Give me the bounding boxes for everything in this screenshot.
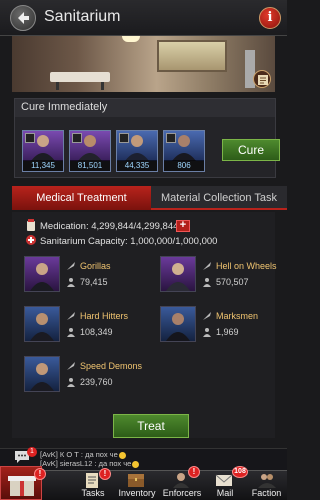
- gift-box-icon: [8, 476, 36, 496]
- troops-count-icon: [203, 328, 211, 337]
- cure-panel-header: Cure Immediately: [15, 99, 275, 117]
- smile-emoji-icon: [132, 460, 140, 468]
- injured-unit-3[interactable]: 44,335: [116, 130, 158, 172]
- unit-type-badge: [119, 133, 129, 143]
- base-alert-badge: !: [34, 468, 46, 480]
- faction-icon: [258, 474, 276, 488]
- capacity-cross-icon: [26, 235, 36, 245]
- troop-type-icon: [203, 262, 211, 270]
- troops-count-icon: [67, 328, 75, 337]
- sanitarium-banner-image: [12, 36, 275, 92]
- back-arrow-icon: [18, 12, 29, 24]
- troop-name: Marksmen: [216, 311, 259, 321]
- bed-legs: [56, 82, 104, 90]
- injured-unit-1[interactable]: 11,345: [22, 130, 64, 172]
- mail-envelope-icon: [215, 474, 233, 486]
- troops-count-icon: [203, 278, 211, 287]
- unit-type-badge: [72, 133, 82, 143]
- chat-message-text: [AvK] К О Т : да пох че: [40, 450, 118, 459]
- troop-portrait: [160, 306, 196, 342]
- cure-immediately-label: Cure Immediately: [21, 101, 108, 113]
- page-title: Sanitarium: [44, 8, 121, 25]
- unit-count: 806: [164, 160, 204, 171]
- medication-icon: [27, 219, 35, 231]
- nav-tasks-label: Tasks: [81, 488, 105, 498]
- smile-emoji-icon: [118, 451, 126, 459]
- unit-count: 11,345: [23, 160, 63, 171]
- troop-name: Hell on Wheels: [216, 261, 277, 271]
- nav-faction-label: Faction: [251, 488, 282, 498]
- troop-name: Speed Demons: [80, 361, 143, 371]
- enforcers-alert-badge: !: [188, 466, 200, 478]
- troop-portrait: [24, 356, 60, 392]
- info-button[interactable]: i: [259, 7, 281, 29]
- unit-count: 44,335: [117, 160, 157, 171]
- cure-button[interactable]: Cure: [222, 139, 280, 161]
- troop-name: Hard Hitters: [80, 311, 129, 321]
- chat-message-1: [AvK] К О Т : да пох че: [40, 450, 126, 459]
- unit-type-badge: [166, 133, 176, 143]
- injured-unit-4[interactable]: 806: [163, 130, 205, 172]
- medication-stat: Medication: 4,299,844/4,299,844: [40, 221, 179, 232]
- injured-unit-2[interactable]: 81,501: [69, 130, 111, 172]
- troops-count-icon: [67, 278, 75, 287]
- hospital-bed: [50, 72, 110, 82]
- treat-button[interactable]: Treat: [113, 414, 189, 438]
- back-button[interactable]: [10, 5, 36, 31]
- nav-faction[interactable]: Faction: [246, 470, 287, 500]
- tab-medical-treatment[interactable]: Medical Treatment: [12, 186, 151, 210]
- unit-type-badge: [25, 133, 35, 143]
- nav-mail-label: Mail: [216, 488, 234, 498]
- memo-icon: [258, 75, 268, 85]
- troop-count: 570,507: [216, 277, 249, 287]
- ceiling-light: [122, 36, 140, 42]
- troop-type-icon: [203, 312, 211, 320]
- troop-type-icon: [67, 312, 75, 320]
- chat-message-text: [AvK] sierasL12 : да пох че: [40, 459, 132, 468]
- troop-portrait: [24, 306, 60, 342]
- chat-message-2: [AvK] sierasL12 : да пох че: [40, 459, 140, 468]
- troop-count: 79,415: [80, 277, 108, 287]
- troop-count: 108,349: [80, 327, 113, 337]
- troop-count: 239,760: [80, 377, 113, 387]
- troop-type-icon: [67, 362, 75, 370]
- nav-inventory[interactable]: Inventory: [112, 470, 162, 500]
- troop-name: Gorillas: [80, 261, 111, 271]
- tasks-alert-badge: !: [99, 468, 111, 480]
- unit-count: 81,501: [70, 160, 110, 171]
- nav-inventory-label: Inventory: [118, 488, 156, 498]
- tab-material-collection-task[interactable]: Material Collection Task: [151, 186, 287, 210]
- memo-button[interactable]: [253, 70, 271, 88]
- sanitarium-capacity-stat: Sanitarium Capacity: 1,000,000/1,000,000: [40, 236, 218, 247]
- chat-notification-badge: 1: [27, 447, 37, 457]
- troop-count: 1,969: [216, 327, 239, 337]
- window: [157, 40, 227, 72]
- troops-count-icon: [67, 378, 75, 387]
- inventory-chest-icon: [128, 474, 144, 487]
- troop-portrait: [160, 256, 196, 292]
- troop-type-icon: [67, 262, 75, 270]
- troop-portrait: [24, 256, 60, 292]
- add-medication-button[interactable]: +: [176, 220, 190, 232]
